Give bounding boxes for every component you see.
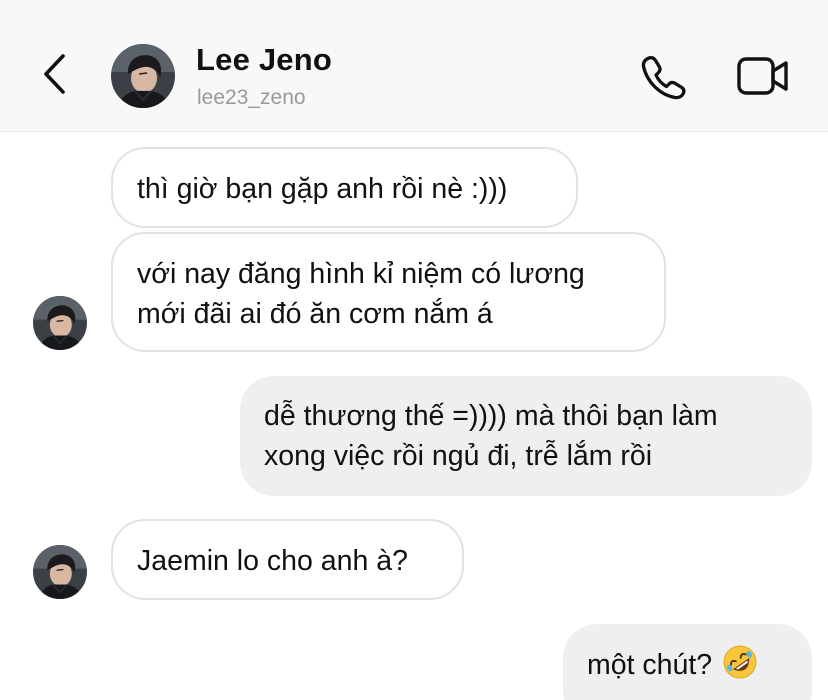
chevron-left-icon [44,54,65,94]
outgoing-message[interactable]: một chút? [563,624,812,700]
video-call-button[interactable] [736,55,790,97]
contact-avatar[interactable] [33,545,87,599]
contact-username: lee23_zeno [197,86,306,109]
chat-screen: Lee Jeno lee23_zeno thì giờ bạn gặp anh … [0,0,828,700]
message-text-line: một chút? [587,644,788,685]
message-text: một chút? [587,649,713,681]
call-button[interactable] [640,52,688,100]
video-camera-icon [737,57,788,95]
incoming-message[interactable]: với nay đăng hình kỉ niệm có lương mới đ… [111,232,666,352]
contact-name[interactable]: Lee Jeno [196,42,332,78]
message-text: xong việc rồi ngủ đi, trễ lắm rồi [264,440,653,472]
rolling-on-floor-laughing-emoji [723,645,757,679]
phone-icon [641,55,686,100]
message-text: thì giờ bạn gặp anh rồi nè :))) [137,173,508,205]
contact-avatar[interactable] [33,296,87,350]
message-text: mới đãi ai đó ăn cơm nắm á [137,298,493,330]
message-text: dễ thương thế =)))) mà thôi bạn làm [264,400,718,432]
outgoing-message[interactable]: dễ thương thế =)))) mà thôi bạn làm xong… [240,376,812,496]
message-text: với nay đăng hình kỉ niệm có lương [137,258,585,290]
incoming-message[interactable]: Jaemin lo cho anh à? [111,519,464,600]
incoming-message[interactable]: thì giờ bạn gặp anh rồi nè :))) [111,147,578,228]
chat-header: Lee Jeno lee23_zeno [0,0,828,132]
message-text: Jaemin lo cho anh à? [137,545,408,577]
contact-avatar[interactable] [111,44,175,108]
back-button[interactable] [34,50,78,100]
